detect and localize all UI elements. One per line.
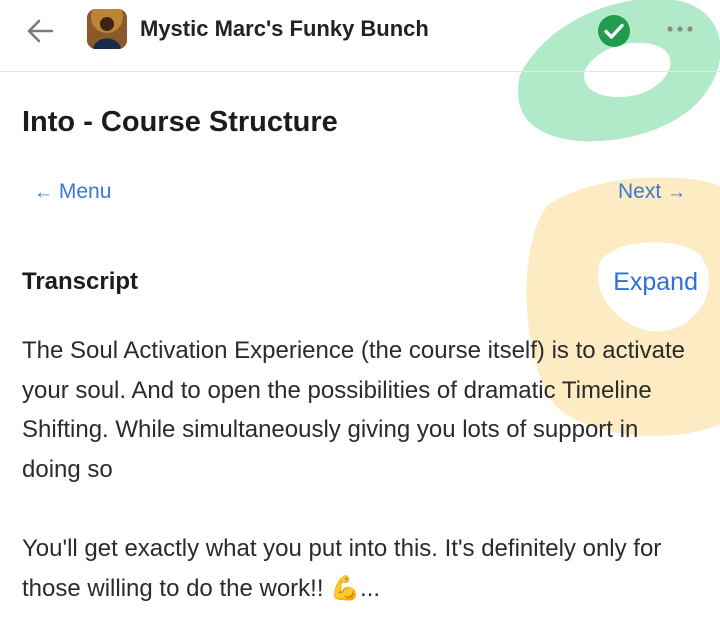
- more-horizontal-icon: [667, 26, 693, 32]
- right-arrow-icon: →: [667, 182, 686, 203]
- transcript-paragraph: The Soul Activation Experience (the cour…: [22, 337, 685, 483]
- check-circle-icon: [596, 13, 632, 49]
- left-arrow-icon: ←: [34, 182, 53, 203]
- transcript-body: The Soul Activation Experience (the cour…: [22, 331, 702, 609]
- back-arrow-icon: [27, 19, 54, 43]
- menu-link[interactable]: ← Menu: [34, 180, 111, 204]
- more-options-button[interactable]: [660, 13, 700, 43]
- avatar-image: [87, 9, 127, 49]
- next-link-label: Next: [617, 180, 662, 203]
- group-avatar[interactable]: [87, 9, 127, 49]
- group-title: Mystic Marc's Funky Bunch: [140, 16, 429, 41]
- expand-button[interactable]: Expand: [613, 268, 698, 297]
- lesson-title: Into - Course Structure: [22, 106, 338, 138]
- next-link[interactable]: Next →: [618, 180, 686, 204]
- top-bar: Mystic Marc's Funky Bunch: [0, 0, 720, 72]
- transcript-heading: Transcript: [22, 268, 139, 295]
- transcript-paragraph: You'll get exactly what you put into thi…: [22, 535, 662, 602]
- menu-link-label: Menu: [58, 180, 112, 203]
- back-button[interactable]: [22, 14, 58, 48]
